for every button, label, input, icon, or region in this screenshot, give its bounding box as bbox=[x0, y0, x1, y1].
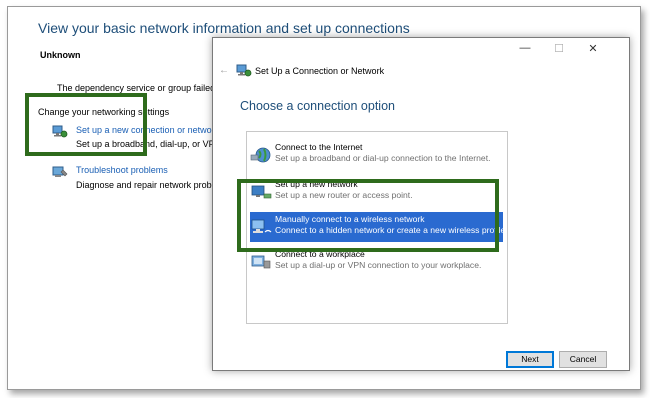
back-arrow-icon[interactable]: ← bbox=[219, 65, 229, 76]
cancel-button[interactable]: Cancel bbox=[559, 351, 607, 368]
next-button[interactable]: Next bbox=[506, 351, 554, 368]
option-desc: Set up a broadband or dial-up connection… bbox=[275, 153, 491, 163]
option-name: Connect to the Internet bbox=[275, 142, 363, 152]
screenshot-frame: View your basic network information and … bbox=[7, 6, 641, 390]
troubleshoot-icon bbox=[52, 166, 68, 177]
dialog-title: Set Up a Connection or Network bbox=[255, 66, 385, 76]
network-name: Unknown bbox=[40, 50, 81, 60]
option-desc: Set up a dial-up or VPN connection to yo… bbox=[275, 260, 482, 270]
troubleshoot-desc: Diagnose and repair network problem bbox=[76, 180, 227, 190]
troubleshoot-link[interactable]: Troubleshoot problems bbox=[76, 165, 168, 175]
network-setup-icon bbox=[236, 64, 252, 77]
highlight-box-setup-connection bbox=[25, 93, 147, 156]
close-button[interactable]: ✕ bbox=[583, 42, 603, 55]
highlight-box-manual-wireless bbox=[237, 179, 499, 252]
workplace-icon bbox=[251, 255, 271, 269]
dialog-heading: Choose a connection option bbox=[240, 99, 395, 113]
option-connect-internet[interactable]: Connect to the Internet Set up a broadba… bbox=[250, 140, 503, 170]
minimize-button[interactable]: — bbox=[515, 42, 535, 54]
network-center-title: View your basic network information and … bbox=[38, 20, 410, 36]
globe-network-icon bbox=[250, 147, 271, 163]
dependency-message: The dependency service or group failed t… bbox=[57, 83, 226, 93]
maximize-button[interactable]: ☐ bbox=[549, 42, 569, 55]
